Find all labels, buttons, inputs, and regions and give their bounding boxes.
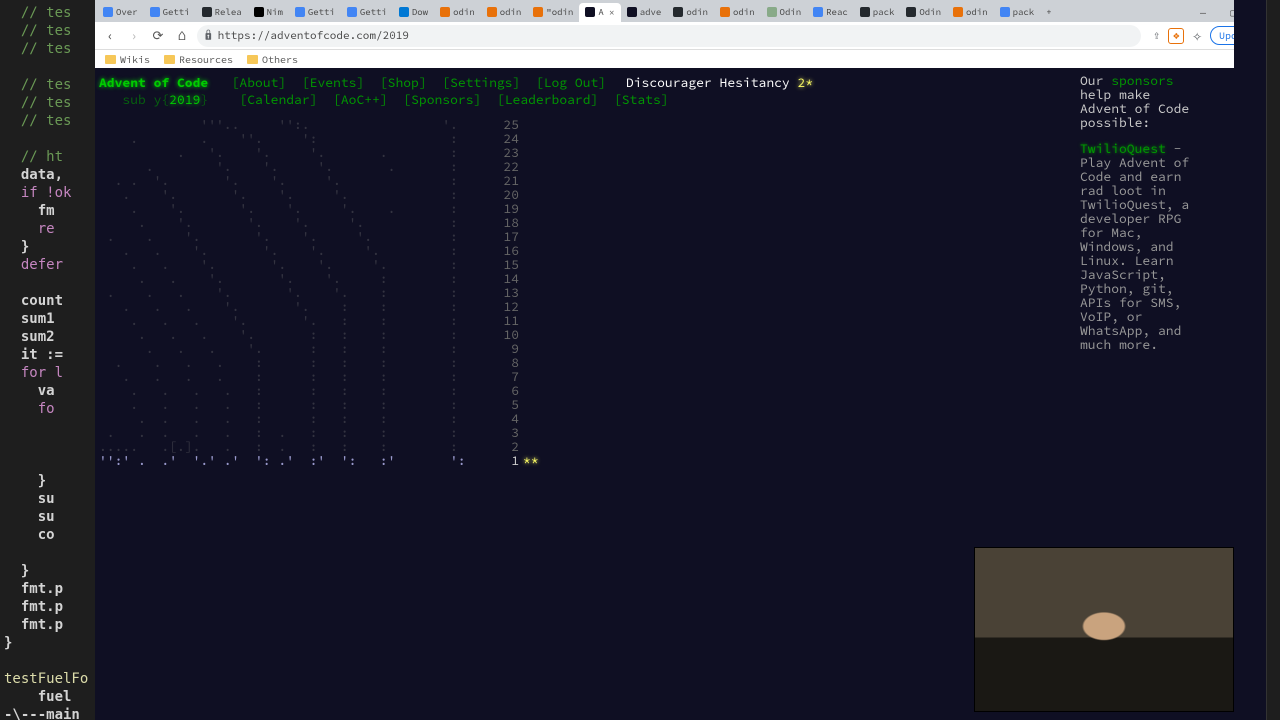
- browser-tab[interactable]: A×: [579, 3, 620, 22]
- browser-tab[interactable]: odin: [947, 3, 994, 22]
- browser-tab[interactable]: odin: [714, 3, 761, 22]
- home-button[interactable]: ⌂: [173, 27, 191, 45]
- browser-tab[interactable]: odin: [434, 3, 481, 22]
- folder-icon: [247, 55, 258, 64]
- shirt-text: D.A.D.D.: [1034, 677, 1174, 693]
- nav-link[interactable]: [About]: [232, 74, 287, 91]
- forward-button[interactable]: ›: [125, 27, 143, 45]
- browser-tab[interactable]: odin: [667, 3, 714, 22]
- browser-tab[interactable]: Nim: [248, 3, 289, 22]
- reload-button[interactable]: ⟳: [149, 27, 167, 45]
- browser-tab[interactable]: pack: [854, 3, 901, 22]
- nav-link[interactable]: [Shop]: [380, 74, 427, 91]
- code-editor-background: // tes // tes // tes // tes // tes // te…: [0, 0, 95, 720]
- star-count: 2*: [798, 74, 814, 91]
- bookmark-folder[interactable]: Others: [247, 53, 298, 66]
- url-input[interactable]: 🔒 https://adventofcode.com/2019: [197, 25, 1141, 47]
- site-title[interactable]: Advent of Code: [99, 74, 208, 91]
- bookmarks-bar: Wikis Resources Others: [95, 50, 1280, 68]
- nav-link[interactable]: [AoC++]: [333, 91, 388, 108]
- webcam-overlay: D.A.D.D.: [974, 547, 1234, 712]
- nav-link[interactable]: [Log Out]: [536, 74, 606, 91]
- browser-tab[interactable]: Reac: [807, 3, 854, 22]
- scrollbar-track[interactable]: [1266, 0, 1280, 720]
- lock-icon: 🔒: [205, 29, 212, 43]
- bookmark-folder[interactable]: Resources: [164, 53, 233, 66]
- nav-link[interactable]: [Calendar]: [239, 91, 317, 108]
- folder-icon: [164, 55, 175, 64]
- browser-tab[interactable]: Odin: [900, 3, 947, 22]
- browser-chrome: OverGettiReleaNimGettiGettiDowodinodin"o…: [95, 0, 1280, 68]
- browser-tab[interactable]: Relea: [196, 3, 248, 22]
- folder-icon: [105, 55, 116, 64]
- address-bar: ‹ › ⟳ ⌂ 🔒 https://adventofcode.com/2019 …: [95, 22, 1280, 50]
- tab-strip: OverGettiReleaNimGettiGettiDowodinodin"o…: [95, 0, 1280, 22]
- back-button[interactable]: ‹: [101, 27, 119, 45]
- nav-link[interactable]: [Events]: [302, 74, 364, 91]
- browser-tab[interactable]: Getti: [144, 3, 196, 22]
- event-year[interactable]: 2019: [169, 91, 200, 108]
- bookmark-folder[interactable]: Wikis: [105, 53, 150, 66]
- nav-link[interactable]: [Sponsors]: [403, 91, 481, 108]
- nav-link[interactable]: [Settings]: [442, 74, 520, 91]
- browser-tab[interactable]: odin: [481, 3, 528, 22]
- extensions-icon[interactable]: ❖: [1168, 28, 1184, 44]
- puzzle-icon[interactable]: ✧: [1192, 26, 1202, 46]
- browser-tab[interactable]: Odin: [761, 3, 808, 22]
- browser-tab[interactable]: Over: [97, 3, 144, 22]
- browser-tab[interactable]: Dow: [393, 3, 434, 22]
- nav-link[interactable]: [Leaderboard]: [497, 91, 598, 108]
- browser-tab[interactable]: "odin: [527, 3, 579, 22]
- browser-tab[interactable]: adve: [621, 3, 668, 22]
- browser-tab[interactable]: Getti: [341, 3, 393, 22]
- user-name: Discourager Hesitancy 2*: [626, 74, 813, 91]
- browser-tab[interactable]: pack: [994, 3, 1041, 22]
- url-text: https://adventofcode.com/2019: [218, 29, 409, 43]
- sponsor-sidebar: Our sponsors help make Advent of Code po…: [1080, 74, 1200, 352]
- minimize-button[interactable]: —: [1188, 2, 1218, 22]
- close-tab-icon[interactable]: ×: [609, 6, 615, 19]
- calendar-day[interactable]: '':' . .' '.' .' ': .' :' ': :' ': 1**: [99, 454, 1276, 468]
- nav-link[interactable]: [Stats]: [614, 91, 669, 108]
- new-tab-button[interactable]: +: [1040, 3, 1057, 22]
- right-gutter: [1234, 0, 1266, 720]
- browser-tab[interactable]: Getti: [289, 3, 341, 22]
- share-icon[interactable]: ⇪: [1153, 28, 1160, 43]
